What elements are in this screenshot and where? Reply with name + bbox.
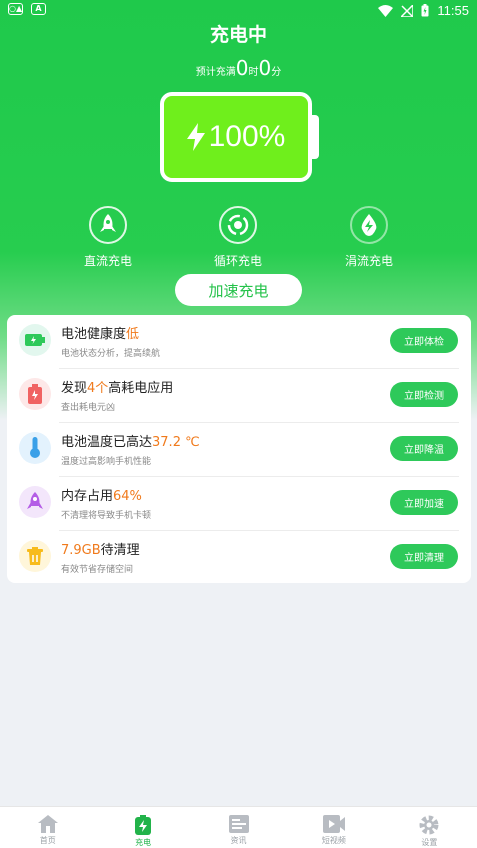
speed-up-button[interactable]: 立即加速 xyxy=(390,490,458,515)
hours-unit: 时 xyxy=(248,67,259,78)
no-signal-icon xyxy=(401,4,414,17)
tab-news[interactable]: 资讯 xyxy=(191,807,286,848)
battery-percent: 100% xyxy=(208,120,286,153)
battery-graphic: 100% xyxy=(160,92,312,182)
checkup-button[interactable]: 立即体检 xyxy=(390,328,458,353)
tab-home[interactable]: 首页 xyxy=(0,807,95,848)
remaining-time: 预计充满0时0分 xyxy=(0,56,477,80)
battery-icon xyxy=(19,324,51,356)
item-title: 7.9GB待清理 xyxy=(61,543,140,558)
optimization-card: 电池健康度低 电池状态分析，提高续航 立即体检 发现4个高耗电应用 查出耗电元凶… xyxy=(7,315,471,583)
battery-cap xyxy=(311,115,319,159)
mode-label: 涓流充电 xyxy=(344,254,393,268)
status-bar: ○▲ A 11:55 xyxy=(0,0,477,22)
video-icon xyxy=(322,815,345,833)
gear-icon xyxy=(419,815,439,835)
tab-label: 资讯 xyxy=(230,836,247,845)
list-item[interactable]: 内存占用64% 不清理将导致手机卡顿 立即加速 xyxy=(7,477,471,531)
remaining-prefix: 预计充满 xyxy=(195,67,236,78)
drop-bolt-icon xyxy=(350,206,388,244)
bottom-tab-bar: 首页 充电 资讯 短视频 设置 xyxy=(0,806,477,848)
remaining-hours: 0 xyxy=(235,56,249,80)
app-notification-icon: ○▲ xyxy=(8,3,23,15)
tab-settings[interactable]: 设置 xyxy=(382,807,477,848)
rocket-icon xyxy=(89,206,127,244)
tab-label: 首页 xyxy=(39,836,56,845)
mode-dc-charge[interactable]: 直流充电 xyxy=(63,206,153,269)
home-icon xyxy=(37,815,58,833)
remaining-minutes: 0 xyxy=(258,56,272,80)
tab-label: 充电 xyxy=(135,838,152,847)
trash-icon xyxy=(19,540,51,572)
item-title: 发现4个高耗电应用 xyxy=(61,381,174,396)
tab-charge[interactable]: 充电 xyxy=(95,807,190,848)
wifi-icon xyxy=(378,4,394,17)
cycle-icon xyxy=(219,206,257,244)
page-title: 充电中 xyxy=(209,24,267,46)
item-subtitle: 温度过高影响手机性能 xyxy=(61,457,152,467)
thermometer-icon xyxy=(19,432,51,464)
boost-charge-button[interactable]: 加速充电 xyxy=(175,274,302,306)
item-subtitle: 电池状态分析，提高续航 xyxy=(61,349,161,359)
cool-down-button[interactable]: 立即降温 xyxy=(390,436,458,461)
minutes-unit: 分 xyxy=(271,67,282,78)
item-title: 电池温度已高达37.2 ℃ xyxy=(61,435,200,450)
list-item[interactable]: 发现4个高耗电应用 查出耗电元凶 立即检测 xyxy=(7,369,471,423)
battery-status-icon xyxy=(421,4,429,17)
rocket-icon xyxy=(19,486,51,518)
a-notification-icon: A xyxy=(31,3,46,15)
battery-warning-icon xyxy=(19,378,51,410)
item-subtitle: 查出耗电元凶 xyxy=(61,403,116,413)
tab-label: 短视频 xyxy=(321,836,346,845)
item-title: 内存占用64% xyxy=(61,489,142,504)
news-icon xyxy=(228,815,249,833)
tab-short-video[interactable]: 短视频 xyxy=(286,807,381,848)
charge-icon xyxy=(135,815,152,835)
detect-button[interactable]: 立即检测 xyxy=(390,382,458,407)
list-item[interactable]: 7.9GB待清理 有效节省存储空间 立即清理 xyxy=(7,531,471,585)
mode-trickle-charge[interactable]: 涓流充电 xyxy=(324,206,414,269)
list-item[interactable]: 电池健康度低 电池状态分析，提高续航 立即体检 xyxy=(7,315,471,369)
list-item[interactable]: 电池温度已高达37.2 ℃ 温度过高影响手机性能 立即降温 xyxy=(7,423,471,477)
item-subtitle: 不清理将导致手机卡顿 xyxy=(61,511,152,521)
mode-label: 循环充电 xyxy=(213,254,262,268)
mode-label: 直流充电 xyxy=(83,254,132,268)
tab-label: 设置 xyxy=(421,838,438,847)
mode-cycle-charge[interactable]: 循环充电 xyxy=(193,206,283,269)
item-subtitle: 有效节省存储空间 xyxy=(61,565,134,575)
clean-button[interactable]: 立即清理 xyxy=(390,544,458,569)
item-title: 电池健康度低 xyxy=(61,327,140,342)
bolt-icon xyxy=(186,123,205,151)
clock: 11:55 xyxy=(437,3,469,18)
